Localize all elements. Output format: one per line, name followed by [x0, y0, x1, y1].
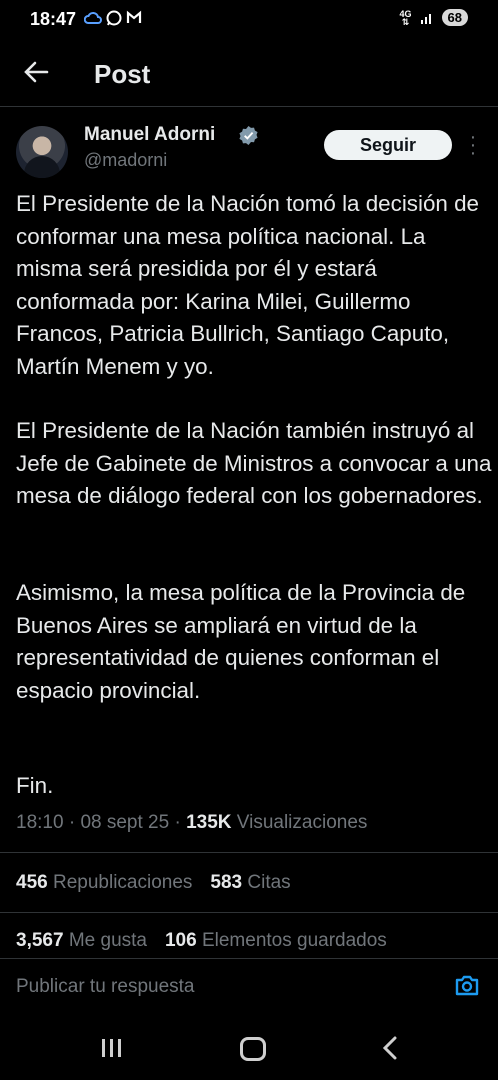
post-meta: 18:10 · 08 sept 25 · 135K Visualizacione… [16, 812, 368, 833]
post-paragraph-2: El Presidente de la Nación también instr… [16, 418, 492, 508]
quotes-stat[interactable]: 583 Citas [210, 872, 290, 894]
back-icon[interactable] [382, 1036, 398, 1060]
home-icon[interactable] [240, 1037, 266, 1061]
top-bar: Post [0, 44, 498, 107]
follow-button[interactable]: Seguir [324, 130, 452, 160]
likes-stat[interactable]: 3,567 Me gusta [16, 930, 147, 952]
whatsapp-icon [106, 10, 122, 26]
cloud-icon [84, 11, 102, 24]
status-bar: 18:47 4G ⇅ 68 [0, 0, 498, 38]
gmail-icon [126, 10, 142, 23]
views-count: 135K [186, 812, 232, 833]
recents-icon[interactable] [100, 1038, 124, 1058]
status-time: 18:47 [30, 9, 77, 29]
post-time[interactable]: 18:10 [16, 812, 64, 833]
stats-row-reposts: 456 Republicaciones 583 Citas [16, 872, 309, 894]
divider [0, 958, 498, 959]
author-name[interactable]: Manuel Adorni [84, 124, 215, 146]
verified-badge-icon [239, 125, 258, 146]
more-options-icon[interactable]: · · · [466, 127, 480, 163]
reposts-stat[interactable]: 456 Republicaciones [16, 872, 192, 894]
camera-icon[interactable] [454, 973, 480, 997]
stats-row-likes: 3,567 Me gusta 106 Elementos guardados [16, 930, 405, 952]
battery-indicator: 68 [441, 9, 468, 26]
system-nav-bar [0, 1022, 498, 1080]
post-date[interactable]: 08 sept 25 [80, 812, 169, 833]
post-paragraph-3: Asimismo, la mesa política de la Provinc… [16, 580, 466, 703]
notification-icons [84, 10, 142, 26]
back-arrow-icon[interactable] [22, 58, 50, 86]
views-label: Visualizaciones [236, 812, 368, 833]
author-handle[interactable]: @madorni [84, 150, 167, 171]
bookmarks-stat[interactable]: 106 Elementos guardados [165, 930, 387, 952]
divider [0, 912, 498, 913]
signal-icon [420, 13, 431, 24]
post-paragraph-4: Fin. [16, 773, 54, 798]
reply-input[interactable]: Publicar tu respuesta [16, 976, 195, 998]
post-paragraph-1: El Presidente de la Nación tomó la decis… [16, 191, 480, 379]
divider [0, 852, 498, 853]
avatar[interactable] [16, 126, 68, 178]
page-title: Post [94, 59, 151, 89]
network-indicator: 4G ⇅ [399, 8, 412, 27]
